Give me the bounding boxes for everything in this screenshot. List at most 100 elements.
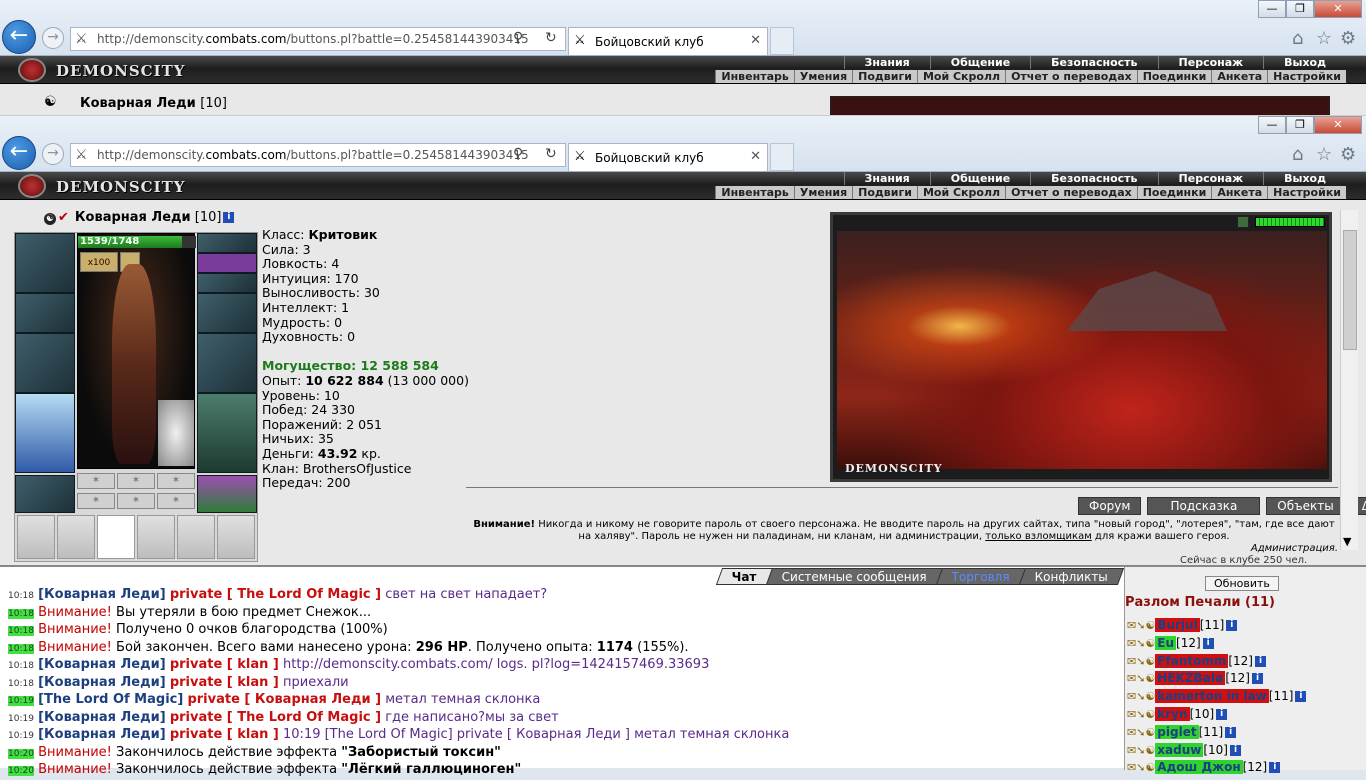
info-icon[interactable]: i bbox=[1225, 726, 1237, 738]
refresh-button[interactable]: Обновить bbox=[1205, 576, 1279, 591]
location-button[interactable]: Подсказка bbox=[1147, 497, 1261, 515]
private-tag[interactable]: private [ klan ] bbox=[170, 727, 279, 742]
user-icons[interactable]: ✉➘☯ bbox=[1127, 726, 1155, 739]
info-icon[interactable]: i bbox=[1254, 655, 1266, 667]
maximize-button[interactable]: ❐ bbox=[1286, 0, 1314, 18]
chat-nick[interactable]: [Коварная Леди] bbox=[38, 587, 166, 602]
buff-icon[interactable]: x100 bbox=[80, 252, 118, 272]
rune-slot[interactable]: ✶ bbox=[77, 493, 115, 509]
home-icon[interactable]: ⌂ bbox=[1292, 28, 1303, 49]
browser-tab[interactable]: ⚔ Бойцовский клуб ✕ bbox=[568, 27, 768, 55]
scroll-slot[interactable] bbox=[177, 515, 215, 559]
minimize-button[interactable]: — bbox=[1258, 0, 1286, 18]
favorites-star-icon[interactable]: ☆ bbox=[1316, 28, 1332, 49]
user-name[interactable]: kryn bbox=[1155, 706, 1190, 721]
offhand-slot[interactable] bbox=[197, 333, 257, 393]
private-tag[interactable]: private [ The Lord Of Magic ] bbox=[170, 710, 381, 725]
location-image[interactable]: DEMONSCITY bbox=[830, 212, 1332, 482]
user-name[interactable]: Адош Джон bbox=[1155, 760, 1243, 775]
boots-slot[interactable] bbox=[197, 475, 257, 513]
main-menu-item[interactable]: Общение bbox=[929, 56, 1030, 69]
user-icons[interactable]: ✉➘☯ bbox=[1127, 744, 1155, 757]
chat-nick[interactable]: [Коварная Леди] bbox=[38, 710, 166, 725]
rune-slot[interactable]: ✶ bbox=[77, 473, 115, 489]
leggings-slot[interactable] bbox=[197, 393, 257, 473]
new-tab-button[interactable] bbox=[770, 143, 794, 171]
scroll-down-icon[interactable]: ▼ bbox=[1343, 535, 1351, 548]
info-icon[interactable]: i bbox=[1295, 691, 1307, 703]
sub-menu-item[interactable]: Поединки bbox=[1136, 186, 1212, 199]
rune-slot[interactable]: ✶ bbox=[117, 473, 155, 489]
forward-button[interactable]: → bbox=[42, 143, 64, 165]
main-menu-item[interactable]: Персонаж bbox=[1157, 172, 1264, 185]
tab-close-icon[interactable]: ✕ bbox=[750, 149, 761, 164]
sub-menu-item[interactable]: Подвиги bbox=[852, 186, 917, 199]
new-tab-button[interactable] bbox=[770, 27, 794, 55]
pet-icon[interactable] bbox=[158, 400, 194, 466]
sub-menu-item[interactable]: Мой Скролл bbox=[916, 186, 1005, 199]
location-button[interactable]: Форум bbox=[1078, 497, 1142, 515]
location-button[interactable]: Объекты bbox=[1266, 497, 1345, 515]
user-icons[interactable]: ✉➘☯ bbox=[1127, 690, 1155, 703]
weapon-slot[interactable] bbox=[15, 333, 75, 393]
refresh-icon[interactable]: ↻ bbox=[545, 30, 557, 46]
sub-menu-item[interactable]: Настройки bbox=[1267, 186, 1346, 199]
gloves-slot[interactable] bbox=[197, 293, 257, 333]
scroll-slot[interactable] bbox=[17, 515, 55, 559]
user-name[interactable]: xaduw bbox=[1155, 742, 1204, 757]
user-name[interactable]: HEKZBaIa bbox=[1155, 671, 1226, 686]
scroll-slot[interactable] bbox=[217, 515, 255, 559]
main-menu-item[interactable]: Выход bbox=[1263, 56, 1346, 69]
sub-menu-item[interactable]: Инвентарь bbox=[715, 70, 793, 83]
minimize-button[interactable]: — bbox=[1258, 116, 1286, 134]
sub-menu-item[interactable]: Настройки bbox=[1267, 70, 1346, 83]
chat-tab[interactable]: Чат bbox=[715, 568, 773, 585]
scroll-slot[interactable] bbox=[57, 515, 95, 559]
user-name[interactable]: Eu bbox=[1155, 635, 1177, 650]
user-icons[interactable]: ✉➘☯ bbox=[1127, 637, 1155, 650]
private-tag[interactable]: private [ klan ] bbox=[170, 675, 279, 690]
main-menu-item[interactable]: Персонаж bbox=[1157, 56, 1264, 69]
gear-icon[interactable]: ⚙ bbox=[1340, 144, 1356, 165]
main-menu-item[interactable]: Знания bbox=[843, 172, 930, 185]
chat-tab[interactable]: Конфликты bbox=[1018, 568, 1124, 585]
window-close-button[interactable]: ✕ bbox=[1314, 116, 1362, 134]
scrollbar[interactable]: ▼ bbox=[1340, 210, 1358, 550]
user-icons[interactable]: ✉➘☯ bbox=[1127, 708, 1155, 721]
user-name[interactable]: Burjul bbox=[1155, 618, 1200, 632]
home-icon[interactable]: ⌂ bbox=[1292, 144, 1303, 165]
info-icon[interactable]: i bbox=[1216, 708, 1228, 720]
maximize-button[interactable]: ❐ bbox=[1286, 116, 1314, 134]
sub-menu-item[interactable]: Мой Скролл bbox=[916, 70, 1005, 83]
favorites-star-icon[interactable]: ☆ bbox=[1316, 144, 1332, 165]
user-icons[interactable]: ✉➘☯ bbox=[1127, 619, 1155, 632]
rune-slot[interactable]: ✶ bbox=[117, 493, 155, 509]
private-tag[interactable]: private [ klan ] bbox=[170, 657, 279, 672]
main-menu-item[interactable]: Безопасность bbox=[1030, 56, 1157, 69]
rings-slot[interactable] bbox=[197, 253, 257, 273]
address-bar[interactable]: ⚔ http://demonscity.combats.com/buttons.… bbox=[70, 143, 566, 167]
user-name[interactable]: kamerton in law bbox=[1155, 689, 1269, 704]
refresh-icon[interactable]: ↻ bbox=[545, 146, 557, 162]
scrollbar-thumb[interactable] bbox=[1343, 230, 1357, 350]
forward-button[interactable]: → bbox=[42, 27, 64, 49]
info-icon[interactable]: i bbox=[1226, 620, 1238, 631]
helmet-slot[interactable] bbox=[15, 233, 75, 293]
info-icon[interactable]: i bbox=[1230, 744, 1241, 756]
scroll-slot[interactable] bbox=[97, 515, 135, 559]
sub-menu-item[interactable]: Поединки bbox=[1136, 70, 1212, 83]
private-tag[interactable]: private [ The Lord Of Magic ] bbox=[170, 587, 381, 602]
location-button[interactable] bbox=[1237, 216, 1249, 228]
sub-menu-item[interactable]: Умения bbox=[793, 70, 852, 83]
sub-menu-item[interactable]: Анкета bbox=[1211, 186, 1267, 199]
chat-nick[interactable]: [Коварная Леди] bbox=[38, 727, 166, 742]
sub-menu-item[interactable]: Умения bbox=[793, 186, 852, 199]
necklace-slot[interactable] bbox=[197, 233, 257, 253]
character-name[interactable]: Коварная Леди [10] bbox=[80, 96, 227, 111]
main-menu-item[interactable]: Безопасность bbox=[1030, 172, 1157, 185]
rune-slot[interactable]: ✶ bbox=[157, 473, 195, 489]
sub-menu-item[interactable]: Инвентарь bbox=[715, 186, 793, 199]
search-icon[interactable]: ⚲ bbox=[513, 30, 523, 46]
scroll-slot[interactable] bbox=[137, 515, 175, 559]
window-close-button[interactable]: ✕ bbox=[1314, 0, 1362, 18]
